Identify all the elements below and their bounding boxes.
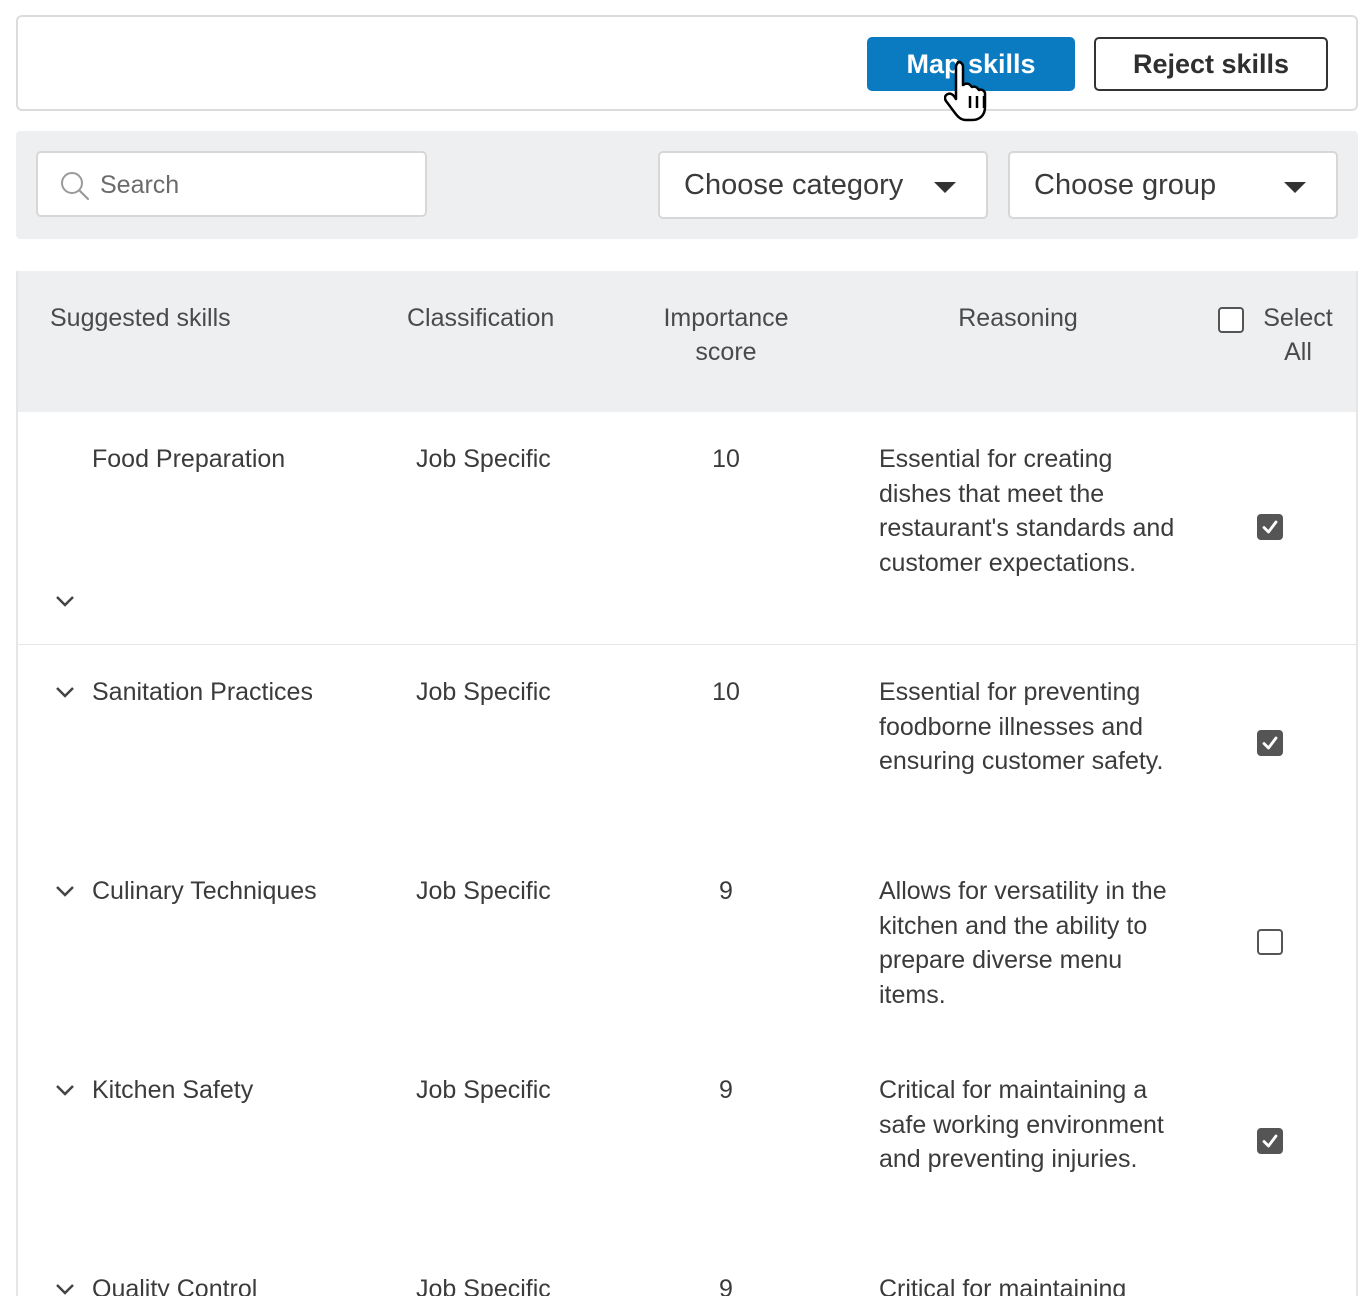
skills-table: Suggested skills Classification Importan…: [16, 271, 1358, 1296]
chevron-down-icon[interactable]: [54, 1083, 76, 1097]
table-row: Food Preparation Job Specific 10 Essenti…: [18, 412, 1356, 646]
header-classification: Classification: [407, 304, 555, 332]
skill-name: Sanitation Practices: [92, 678, 313, 706]
skill-name: Kitchen Safety: [92, 1076, 254, 1104]
chevron-down-icon[interactable]: [54, 1282, 76, 1296]
table-row: Culinary Techniques Job Specific 9 Allow…: [18, 844, 1356, 1045]
header-importance-score: Importance score: [663, 304, 789, 366]
header-reasoning: Reasoning: [958, 304, 1078, 332]
importance-score: 9: [719, 1275, 733, 1296]
skill-classification: Job Specific: [416, 678, 551, 706]
header-suggested-skills: Suggested skills: [50, 304, 231, 332]
row-checkbox[interactable]: [1257, 514, 1283, 540]
caret-down-icon: [1284, 182, 1306, 193]
reasoning-text: Critical for maintaining: [879, 1275, 1127, 1296]
table-header: Suggested skills Classification Importan…: [18, 271, 1356, 412]
hand-pointer-icon: [944, 60, 987, 122]
table-row: Quality Control Job Specific 9 Critical …: [18, 1242, 1356, 1296]
group-select-label: Choose group: [1034, 168, 1217, 201]
row-checkbox[interactable]: [1257, 929, 1283, 955]
reject-skills-button[interactable]: Reject skills: [1094, 37, 1328, 91]
category-select-label: Choose category: [684, 168, 904, 201]
importance-score: 10: [712, 678, 740, 706]
importance-score: 10: [712, 445, 740, 473]
chevron-down-icon[interactable]: [54, 884, 76, 898]
group-select[interactable]: Choose group: [1008, 151, 1338, 219]
chevron-down-icon[interactable]: [54, 685, 76, 699]
skill-classification: Job Specific: [416, 445, 551, 473]
skill-classification: Job Specific: [416, 877, 551, 905]
category-select[interactable]: Choose category: [658, 151, 988, 219]
skill-name: Quality Control: [92, 1275, 258, 1296]
importance-score: 9: [719, 1076, 733, 1104]
skill-name: Food Preparation: [92, 445, 286, 473]
search-input[interactable]: [100, 163, 410, 207]
chevron-down-icon[interactable]: [54, 594, 76, 608]
search-icon: [61, 172, 90, 201]
importance-score: 9: [719, 877, 733, 905]
skill-name: Culinary Techniques: [92, 877, 317, 905]
skill-classification: Job Specific: [416, 1275, 551, 1296]
table-row: Kitchen Safety Job Specific 9 Critical f…: [18, 1043, 1356, 1244]
select-all-checkbox[interactable]: [1218, 307, 1244, 333]
search-box: [36, 151, 427, 217]
filter-bar: Choose category Choose group: [16, 131, 1358, 239]
row-checkbox[interactable]: [1257, 730, 1283, 756]
reasoning-text: Essential for creating dishes that meet …: [879, 445, 1175, 577]
skill-classification: Job Specific: [416, 1076, 551, 1104]
check-icon: [1262, 1134, 1278, 1148]
caret-down-icon: [934, 182, 956, 193]
table-row: Sanitation Practices Job Specific 10 Ess…: [18, 645, 1356, 846]
action-toolbar: Map skills Reject skills: [16, 15, 1358, 111]
check-icon: [1262, 520, 1278, 534]
check-icon: [1262, 736, 1278, 750]
reasoning-text: Essential for preventing foodborne illne…: [879, 678, 1164, 775]
row-checkbox[interactable]: [1257, 1128, 1283, 1154]
reasoning-text: Allows for versatility in the kitchen an…: [879, 877, 1167, 1009]
select-all-label: Select All: [1263, 304, 1333, 366]
reasoning-text: Critical for maintaining a safe working …: [879, 1076, 1164, 1173]
